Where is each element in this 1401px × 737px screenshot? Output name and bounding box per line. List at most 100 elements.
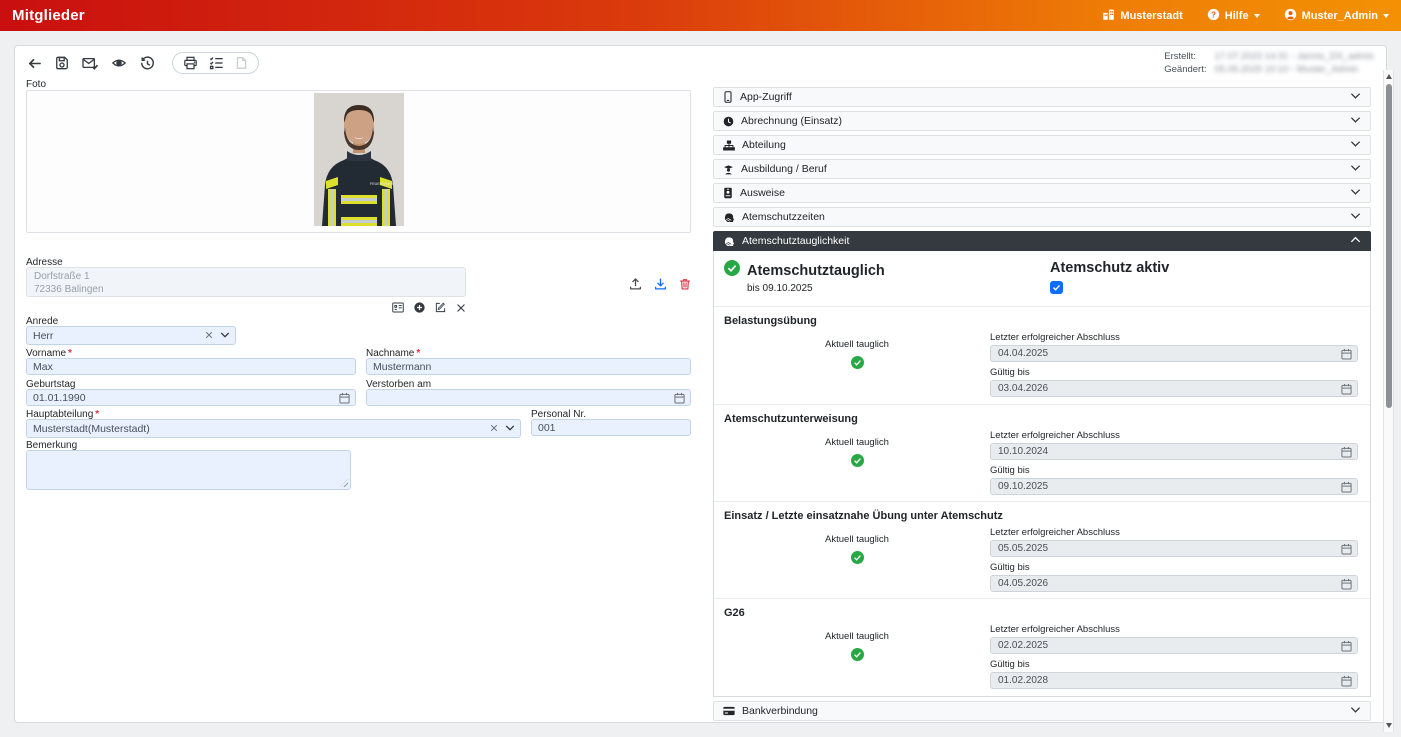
calendar-icon[interactable] — [339, 392, 350, 407]
vertical-scrollbar[interactable] — [1383, 70, 1394, 732]
back-button[interactable] — [27, 56, 42, 71]
caret-down-icon — [1383, 14, 1389, 18]
edit-address-button[interactable] — [435, 300, 446, 318]
menu-user-label: Muster_Admin — [1302, 10, 1378, 22]
topbar-menu: Musterstadt ? Hilfe Muster_Admin — [1102, 8, 1389, 24]
menu-hilfe[interactable]: ? Hilfe — [1207, 8, 1260, 24]
atemschutz-panel-body: Atemschutztauglich bis 09.10.2025 Atemsc… — [713, 251, 1371, 697]
user-graduate-icon — [723, 164, 734, 175]
chevron-down-icon[interactable] — [505, 423, 515, 435]
accordion-ausweise[interactable]: Ausweise — [713, 183, 1371, 203]
chevron-down-icon[interactable] — [220, 330, 230, 342]
accordion-ausbildung[interactable]: Ausbildung / Beruf — [713, 159, 1371, 179]
accordion-abteilung[interactable]: Abteilung — [713, 135, 1371, 155]
personalnr-field[interactable]: 001 — [531, 419, 691, 436]
eye-button[interactable] — [111, 56, 127, 70]
toolbar-button-group — [172, 52, 259, 74]
accordion-app-zugriff[interactable]: App-Zugriff — [713, 87, 1371, 107]
add-address-button[interactable] — [414, 300, 425, 318]
main-card: Erstellt: 17.07.2023 14:31 - Jannis_DS_a… — [14, 45, 1387, 723]
created-label: Erstellt: — [1164, 51, 1206, 62]
section-einsatz-uebung: Einsatz / Letzte einsatznahe Übung unter… — [714, 501, 1370, 598]
clear-icon[interactable] — [490, 423, 498, 435]
valid-until-field: 03.04.2026 — [990, 380, 1358, 397]
remove-address-button[interactable] — [456, 300, 466, 318]
valid-until-label: Gültig bis — [990, 659, 1358, 670]
accordion-label: Atemschutztauglichkeit — [742, 235, 849, 247]
geburtstag-field[interactable]: 01.01.1990 — [26, 389, 356, 406]
geburtstag-value: 01.01.1990 — [33, 392, 86, 404]
accordion-label: Bankverbindung — [742, 705, 818, 717]
atemschutz-aktiv-checkbox[interactable] — [1050, 281, 1063, 294]
calendar-icon[interactable] — [674, 392, 685, 407]
question-circle-icon: ? — [1207, 8, 1220, 24]
accordion-bankverbindung[interactable]: Bankverbindung — [713, 701, 1371, 721]
download-photo-button[interactable] — [654, 277, 667, 296]
anrede-value: Herr — [33, 330, 53, 342]
accordion-atemschutzzeiten[interactable]: Atemschutzzeiten — [713, 207, 1371, 227]
print-button[interactable] — [183, 56, 198, 70]
delete-photo-button[interactable] — [679, 277, 691, 296]
upload-photo-button[interactable] — [629, 277, 642, 296]
last-completion-field: 05.05.2025 — [990, 540, 1358, 557]
save-button[interactable] — [55, 56, 69, 70]
changed-label: Geändert: — [1164, 64, 1206, 75]
date-value: 10.10.2024 — [998, 446, 1048, 457]
chevron-up-icon — [1350, 235, 1361, 247]
svg-text:FEUERWEHR: FEUERWEHR — [370, 182, 393, 186]
menu-musterstadt-label: Musterstadt — [1120, 10, 1182, 22]
address-card-icon[interactable] — [392, 300, 404, 318]
scroll-up-arrow[interactable] — [1386, 74, 1392, 79]
chevron-down-icon — [1350, 115, 1361, 127]
menu-musterstadt[interactable]: Musterstadt — [1102, 8, 1182, 24]
check-circle-icon — [724, 260, 740, 281]
clear-icon[interactable] — [205, 330, 213, 342]
mail-check-button[interactable] — [82, 56, 98, 70]
accordion-label: Ausbildung / Beruf — [741, 163, 827, 175]
valid-until-label: Gültig bis — [990, 367, 1358, 378]
created-value: 17.07.2023 14:31 - Jannis_DS_admin — [1214, 51, 1374, 62]
adresse-line2: 72336 Balingen — [34, 284, 458, 297]
date-value: 05.05.2025 — [998, 543, 1048, 554]
respirator-mask-icon — [723, 212, 735, 223]
nachname-value: Mustermann — [373, 361, 431, 373]
list-check-button[interactable] — [209, 56, 224, 70]
nachname-field[interactable]: Mustermann — [366, 358, 691, 375]
scroll-down-arrow[interactable] — [1386, 723, 1392, 728]
vorname-field[interactable]: Max — [26, 358, 356, 375]
section-title: Belastungsübung — [724, 315, 1358, 327]
last-completion-label: Letzter erfolgreicher Abschluss — [990, 332, 1358, 343]
status-valid-until: bis 09.10.2025 — [747, 283, 1050, 294]
member-photo: FEUERWEHR — [314, 93, 404, 231]
respirator-mask-icon — [723, 236, 735, 247]
bemerkung-textarea[interactable] — [26, 450, 351, 490]
verstorben-field[interactable] — [366, 389, 691, 406]
credit-card-icon — [723, 706, 735, 716]
personalnr-value: 001 — [538, 422, 556, 434]
chevron-down-icon — [1350, 211, 1361, 223]
section-title: G26 — [724, 607, 1358, 619]
aktuell-tauglich-label: Aktuell tauglich — [825, 534, 889, 545]
calendar-icon — [1341, 675, 1352, 690]
accordion-label: Ausweise — [740, 187, 785, 199]
accordion-atemschutztauglichkeit[interactable]: Atemschutztauglichkeit — [713, 231, 1371, 251]
calendar-icon — [1341, 640, 1352, 655]
status-title: Atemschutztauglich — [747, 263, 885, 279]
hauptabteilung-select[interactable]: Musterstadt(Musterstadt) — [26, 419, 521, 438]
vorname-value: Max — [33, 361, 53, 373]
menu-user[interactable]: Muster_Admin — [1284, 8, 1389, 24]
calendar-icon — [1341, 578, 1352, 593]
last-completion-field: 04.04.2025 — [990, 345, 1358, 362]
valid-until-label: Gültig bis — [990, 465, 1358, 476]
valid-until-field: 01.02.2028 — [990, 672, 1358, 689]
accordion-abrechnung[interactable]: Abrechnung (Einsatz) — [713, 111, 1371, 131]
date-value: 03.04.2026 — [998, 383, 1048, 394]
scrollbar-thumb[interactable] — [1386, 84, 1392, 408]
history-button[interactable] — [140, 56, 155, 71]
anrede-select[interactable]: Herr — [26, 326, 236, 345]
toolbar — [27, 52, 259, 74]
document-button[interactable] — [235, 56, 248, 70]
page-title: Mitglieder — [12, 7, 85, 24]
caret-down-icon — [1254, 14, 1260, 18]
accordion-panel: App-Zugriff Abrechnung (Einsatz) Abteilu… — [713, 87, 1371, 725]
